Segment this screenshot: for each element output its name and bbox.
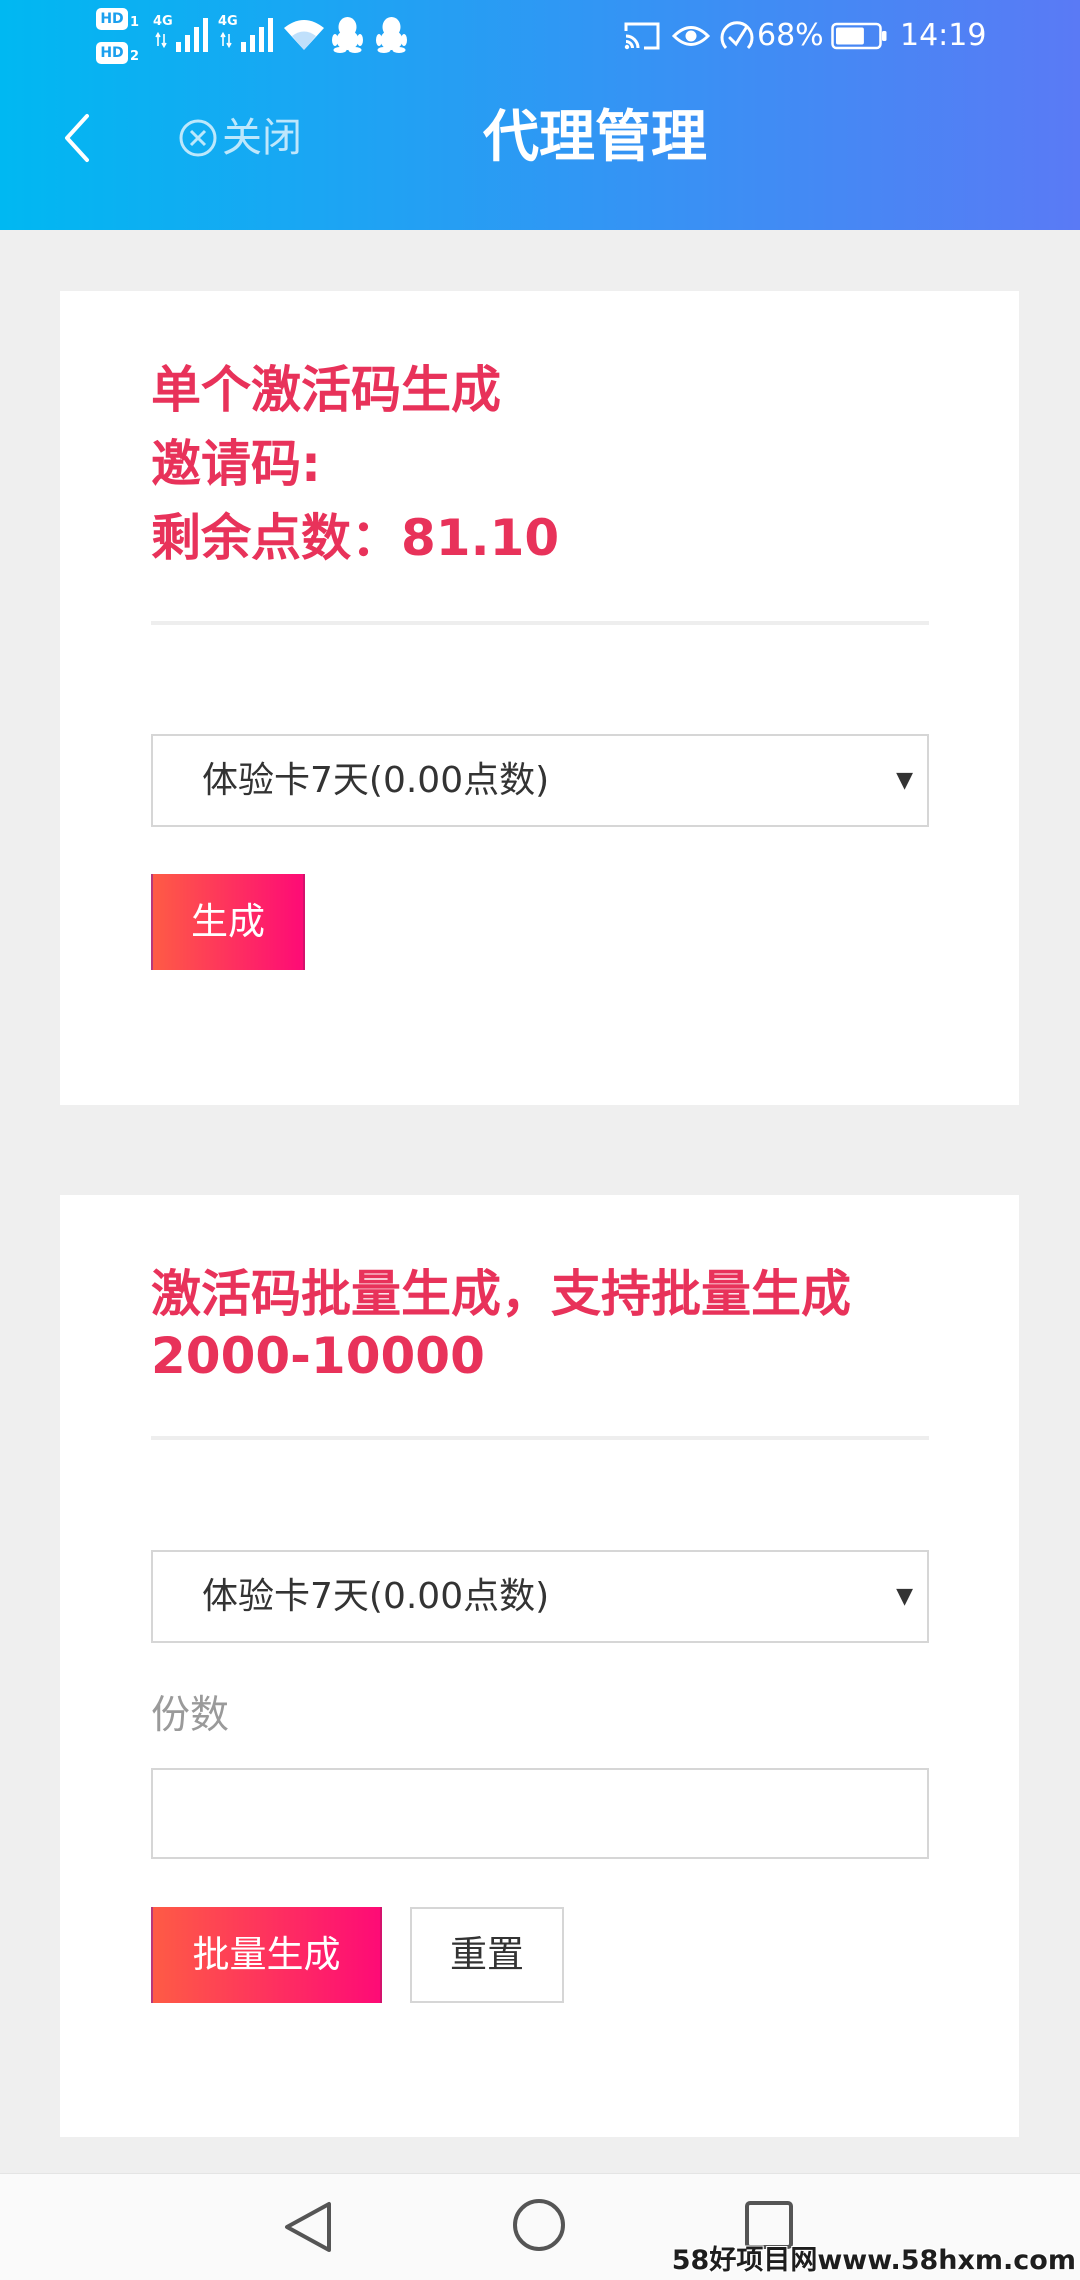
- batch-card-type-select[interactable]: 体验卡7天(0.00点数) ▼: [151, 1550, 929, 1643]
- remaining-points-row: 剩余点数：81.10: [151, 501, 559, 575]
- section-divider: [151, 1436, 929, 1440]
- battery-fill: [836, 27, 864, 45]
- invite-code-label: 邀请码:: [151, 435, 321, 493]
- wifi-icon: [284, 20, 324, 50]
- sim2-hd-badge: HD 2: [96, 42, 146, 66]
- eye-icon: [672, 26, 710, 46]
- app-header: HD 1 HD 2 4G 4G 68% 14:19 关闭 代理管理: [0, 0, 1080, 230]
- batch-title-line2: 2000-10000: [151, 1327, 485, 1385]
- remaining-points-value: 81.10: [401, 509, 560, 567]
- single-code-title: 单个激活码生成: [151, 361, 501, 419]
- close-label: 关闭: [222, 115, 302, 161]
- data-arrows-icon: [155, 32, 167, 48]
- speed-gauge-icon: [720, 21, 754, 50]
- qq-icon: [376, 17, 407, 53]
- back-chevron-icon[interactable]: [60, 112, 94, 164]
- qq-icon: [332, 17, 363, 53]
- triangle-down-icon: ▼: [896, 768, 913, 793]
- clock: 14:19: [900, 18, 987, 53]
- batch-card-type-selected-value: 体验卡7天(0.00点数): [202, 1576, 550, 1617]
- close-button[interactable]: 关闭: [178, 114, 310, 162]
- triangle-down-icon: ▼: [896, 1584, 913, 1609]
- close-circle-icon: [179, 119, 217, 157]
- watermark-text: 58好项目网www.58hxm.com: [671, 2245, 1076, 2276]
- nav-back-icon[interactable]: [278, 2191, 338, 2263]
- remaining-points-label: 剩余点数：: [151, 509, 401, 567]
- sim1-hd-badge: HD 1: [96, 8, 146, 32]
- batch-generate-button[interactable]: 批量生成: [151, 1907, 382, 2003]
- sim2-index: 2: [130, 49, 140, 64]
- count-label: 份数: [151, 1693, 230, 1738]
- sim1-hd-label: HD: [96, 8, 128, 30]
- count-input[interactable]: [151, 1768, 929, 1859]
- sim1-index: 1: [130, 15, 140, 30]
- card-type-select[interactable]: 体验卡7天(0.00点数) ▼: [151, 734, 929, 827]
- section-divider: [151, 621, 929, 625]
- generate-button[interactable]: 生成: [151, 874, 305, 970]
- sim2-hd-label: HD: [96, 42, 128, 64]
- page-title: 代理管理: [483, 105, 707, 170]
- batch-title-line1: 激活码批量生成，支持批量生成: [151, 1265, 851, 1323]
- sim1-signal: 4G: [153, 14, 211, 54]
- batch-code-panel: 激活码批量生成，支持批量生成 2000-10000 体验卡7天(0.00点数) …: [60, 1195, 1019, 2137]
- single-code-panel: 单个激活码生成 邀请码: 剩余点数：81.10 体验卡7天(0.00点数) ▼ …: [60, 291, 1019, 1105]
- sim2-network-type: 4G: [218, 14, 238, 29]
- battery-percent: 68%: [757, 18, 824, 53]
- signal-icon: [176, 18, 208, 52]
- cast-icon: [624, 22, 660, 50]
- reset-button[interactable]: 重置: [410, 1907, 564, 2003]
- sim2-signal: 4G: [218, 14, 276, 54]
- app-screen: HD 1 HD 2 4G 4G 68% 14:19 关闭 代理管理 单个激活码生…: [0, 0, 1080, 2280]
- signal-icon: [241, 18, 273, 52]
- card-type-selected-value: 体验卡7天(0.00点数): [202, 760, 550, 801]
- data-arrows-icon: [220, 32, 232, 48]
- battery-icon: [831, 22, 887, 50]
- nav-home-icon[interactable]: [509, 2195, 569, 2255]
- sim1-network-type: 4G: [153, 14, 173, 29]
